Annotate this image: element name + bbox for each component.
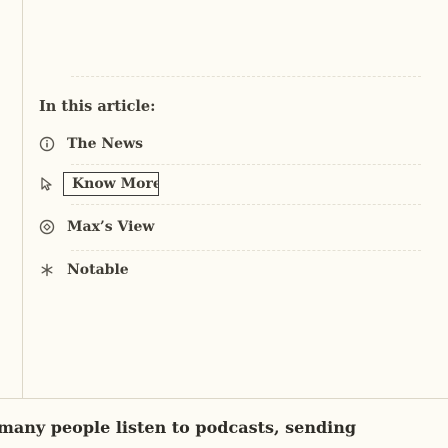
asterisk-icon	[36, 259, 58, 281]
cursor-icon	[36, 173, 58, 195]
toc-item-maxs-view[interactable]: Max’s View	[36, 207, 422, 247]
compass-icon	[36, 216, 58, 238]
toc-item-the-news[interactable]: The News	[36, 124, 422, 164]
toc-item-label: Know More	[63, 172, 159, 196]
article-text: many people listen to podcasts, sending	[0, 418, 357, 437]
divider	[71, 76, 421, 77]
table-of-contents: In this article: The News Know More Max’…	[22, 0, 423, 398]
divider	[71, 204, 421, 205]
toc-item-notable[interactable]: Notable	[36, 250, 422, 290]
section-divider	[0, 398, 448, 399]
toc-item-label: Notable	[67, 262, 129, 278]
toc-title: In this article:	[39, 98, 156, 115]
toc-item-label: Max’s View	[67, 219, 155, 235]
info-circle-icon	[36, 133, 58, 155]
toc-item-label: The News	[67, 136, 144, 152]
toc-item-know-more[interactable]: Know More	[36, 164, 422, 204]
